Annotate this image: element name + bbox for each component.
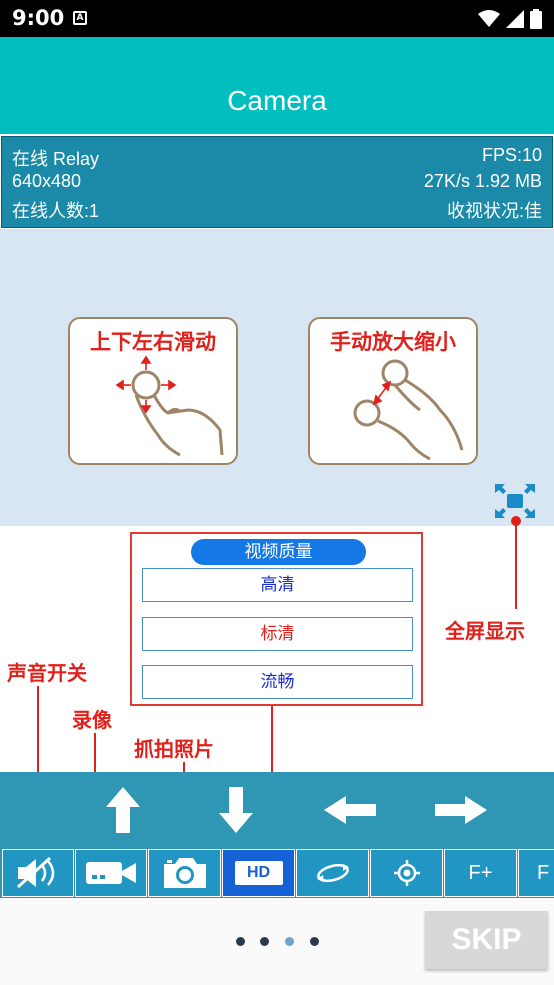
focus-label: F xyxy=(537,861,550,884)
arrow-left-icon[interactable] xyxy=(324,796,376,824)
snapshot-button[interactable] xyxy=(148,849,221,897)
system-icons xyxy=(478,9,542,29)
info-panel: 在线 Relay FPS:10 640x480 27K/s 1.92 MB 在线… xyxy=(1,136,553,228)
video-quality-title: 视频质量 xyxy=(191,539,366,565)
cell-signal-icon xyxy=(506,10,524,28)
sound-annotation: 声音开关 xyxy=(7,661,87,685)
fullscreen-icon[interactable] xyxy=(493,482,537,520)
snapshot-annotation: 抓拍照片 xyxy=(134,737,214,761)
resolution-readout: 640x480 xyxy=(12,171,82,191)
arrow-up-icon[interactable] xyxy=(106,787,140,833)
notification-icon: A xyxy=(73,11,87,25)
skip-button[interactable]: SKIP xyxy=(425,911,548,969)
quality-option-high[interactable]: 高清 xyxy=(142,568,413,602)
hd-quality-button[interactable]: HD xyxy=(222,849,295,897)
arrow-down-icon[interactable] xyxy=(219,787,253,833)
fps-readout: FPS:10 xyxy=(481,145,542,165)
quality-option-smooth[interactable]: 流畅 xyxy=(142,665,413,699)
swipe-hand-icon xyxy=(115,355,224,457)
swipe-gesture-hint: 上下左右滑动 xyxy=(68,317,238,465)
viewer-count: 在线人数:1 xyxy=(12,201,100,221)
video-quality-menu: 视频质量 高清 标清 流畅 xyxy=(130,532,423,706)
status-bar: 9:00 A xyxy=(0,0,554,37)
focus-plus-button[interactable]: F+ xyxy=(444,849,517,897)
connection-status: 在线 Relay xyxy=(12,149,100,169)
fullscreen-callout-line xyxy=(515,521,517,609)
pinch-hint-label: 手动放大缩小 xyxy=(330,330,456,354)
page-indicator-dot-active[interactable] xyxy=(285,937,294,946)
wifi-icon xyxy=(478,10,500,27)
sound-toggle-button[interactable] xyxy=(2,849,74,897)
bitrate-readout: 27K/s 1.92 MB xyxy=(423,171,542,191)
record-annotation: 录像 xyxy=(72,708,112,732)
status-time: 9:00 xyxy=(12,6,65,30)
camera-icon xyxy=(163,858,206,888)
focus-button[interactable]: F xyxy=(518,849,554,897)
center-target-button[interactable] xyxy=(370,849,443,897)
rotate-icon xyxy=(316,863,349,883)
arrow-right-icon[interactable] xyxy=(435,796,487,824)
app-bar: Camera xyxy=(0,37,554,134)
hd-label: HD xyxy=(246,864,271,881)
rotate-button[interactable] xyxy=(296,849,369,897)
fullscreen-annotation: 全屏显示 xyxy=(445,619,525,643)
viewing-quality: 收视状况:佳 xyxy=(446,201,542,221)
video-record-icon xyxy=(86,862,136,884)
app-title: Camera xyxy=(227,85,327,116)
battery-icon xyxy=(530,9,542,29)
mute-icon xyxy=(16,856,55,889)
target-icon xyxy=(393,860,420,886)
record-button[interactable] xyxy=(75,849,147,897)
page-indicator-dot[interactable] xyxy=(310,937,319,946)
swipe-hint-label: 上下左右滑动 xyxy=(90,330,216,354)
pinch-hand-icon xyxy=(353,359,464,461)
page-indicator-dot[interactable] xyxy=(236,937,245,946)
quality-option-standard[interactable]: 标清 xyxy=(142,617,413,651)
page-indicator-dot[interactable] xyxy=(260,937,269,946)
pinch-gesture-hint: 手动放大缩小 xyxy=(308,317,478,465)
focus-plus-label: F+ xyxy=(468,861,493,884)
